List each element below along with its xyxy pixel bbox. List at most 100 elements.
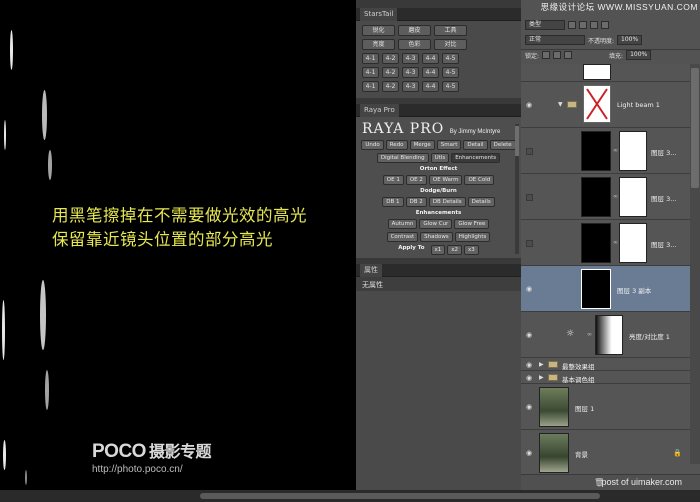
dodge-heading: Dodge/Burn <box>420 188 457 194</box>
starstail-tab[interactable]: StarsTail <box>356 8 521 21</box>
expand-arrow-icon[interactable]: ▼ <box>558 101 563 108</box>
filter-shape-icon[interactable] <box>601 21 609 29</box>
raya-tab-enhancements[interactable]: Enhancements <box>451 153 501 163</box>
visibility-eye-icon[interactable]: ◉ <box>526 450 535 457</box>
starstail-small-button[interactable]: 4-1 <box>362 67 379 78</box>
starstail-button[interactable]: 对比 <box>434 39 467 50</box>
fill-label: 填充: <box>609 52 624 60</box>
visibility-eye-icon[interactable]: ◉ <box>526 362 535 369</box>
horizontal-scrollbar[interactable] <box>200 493 600 499</box>
dodge-section: Dodge/Burn DB 1 DB 2 DB Details Details <box>362 188 515 207</box>
starstail-small-button[interactable]: 4-4 <box>422 81 439 92</box>
starstail-button[interactable]: 色彩 <box>398 39 431 50</box>
properties-tab[interactable]: 属性 <box>356 264 521 277</box>
lock-pixels-icon[interactable] <box>542 51 551 59</box>
starstail-small-button[interactable]: 4-2 <box>382 53 399 64</box>
document-canvas[interactable]: 用黑笔擦掉在不需要做光效的高光 保留靠近镜头位置的部分高光 POCO 摄影专题 h… <box>0 0 356 490</box>
collapse-arrow-icon[interactable]: ▶ <box>539 361 544 368</box>
starstail-small-button[interactable]: 4-5 <box>442 67 459 78</box>
contrast-button[interactable]: Contrast <box>386 232 419 242</box>
layer-row-group[interactable]: ◉ ▼ Light beam 1 <box>521 82 700 128</box>
raya-scrollbar[interactable] <box>515 124 519 254</box>
starstail-small-button[interactable]: 4-4 <box>422 53 439 64</box>
starstail-small-button[interactable]: 4-2 <box>382 67 399 78</box>
raya-scroll-thumb[interactable] <box>515 126 519 156</box>
layer-row-group[interactable]: ◉ ▶ 最整效果组 <box>521 358 700 371</box>
filter-adjust-icon[interactable] <box>579 21 587 29</box>
layer-row[interactable]: ◉ 图层 1 <box>521 384 700 430</box>
starstail-small-button[interactable]: 4-2 <box>382 81 399 92</box>
oe-cold-button[interactable]: OE Cold <box>464 175 495 185</box>
starstail-small-button[interactable]: 4-3 <box>402 81 419 92</box>
visibility-eye-icon[interactable]: ◉ <box>526 332 535 339</box>
starstail-small-button[interactable]: 4-5 <box>442 53 459 64</box>
visibility-box[interactable] <box>526 148 533 155</box>
visibility-eye-icon[interactable]: ◉ <box>526 286 535 293</box>
raya-redo-button[interactable]: Redo <box>385 140 408 150</box>
starstail-small-button[interactable]: 4-5 <box>442 81 459 92</box>
highlight-streak <box>10 30 13 70</box>
raya-tab[interactable]: Raya Pro <box>356 104 521 117</box>
visibility-box[interactable] <box>526 240 533 247</box>
layer-row-adjustment[interactable]: ◉ ☼ ∞ 亮度/对比度 1 <box>521 312 700 358</box>
shadows-button[interactable]: Shadows <box>420 232 453 242</box>
oe1-button[interactable]: OE 1 <box>382 175 404 185</box>
layer-kind-select[interactable]: 类型 <box>525 20 565 30</box>
glow-cur-button[interactable]: Glow Cur <box>419 219 453 229</box>
raya-smart-button[interactable]: Smart <box>436 140 462 150</box>
watermark-logo-text: POCO <box>92 441 146 462</box>
panel-dock: StarsTail 锐化 磨皮 工具 亮度 色彩 对比 4-1 4-2 4-3 … <box>356 0 521 490</box>
starstail-small-button[interactable]: 4-4 <box>422 67 439 78</box>
raya-merge-button[interactable]: Merge <box>409 140 435 150</box>
oe2-button[interactable]: OE 2 <box>405 175 427 185</box>
details-button[interactable]: Details <box>467 197 495 207</box>
lock-position-icon[interactable] <box>553 51 562 59</box>
layer-row[interactable]: ∞ 图层 3... <box>521 128 700 174</box>
layers-scrollbar[interactable] <box>690 64 700 464</box>
raya-undo-button[interactable]: Undo <box>361 140 384 150</box>
layer-row-background[interactable]: ◉ 背景 🔒 <box>521 430 700 476</box>
db1-button[interactable]: DB 1 <box>382 197 404 207</box>
visibility-eye-icon[interactable]: ◉ <box>526 375 535 382</box>
oe-warm-button[interactable]: OE Warm <box>428 175 463 185</box>
layer-row-selected[interactable]: ◉ 图层 3 副本 <box>521 266 700 312</box>
db-details-button[interactable]: DB Details <box>428 197 466 207</box>
layer-row-partial[interactable] <box>521 64 700 82</box>
starstail-small-button[interactable]: 4-3 <box>402 53 419 64</box>
db2-button[interactable]: DB 2 <box>405 197 427 207</box>
blend-mode-select[interactable]: 正常 <box>525 35 585 45</box>
apply-button[interactable]: x3 <box>464 245 479 255</box>
visibility-eye-icon[interactable]: ◉ <box>526 404 535 411</box>
starstail-small-button[interactable]: 4-3 <box>402 67 419 78</box>
fill-input[interactable]: 100% <box>626 50 652 60</box>
glow-free-button[interactable]: Glow Free <box>454 219 490 229</box>
opacity-input[interactable]: 100% <box>617 35 643 45</box>
starstail-small-button[interactable]: 4-1 <box>362 53 379 64</box>
raya-tabs: Digital Blending Utls Enhancements <box>362 153 515 163</box>
starstail-button[interactable]: 亮度 <box>362 39 395 50</box>
layer-row[interactable]: ∞ 图层 3... <box>521 174 700 220</box>
starstail-small-button[interactable]: 4-1 <box>362 81 379 92</box>
starstail-button[interactable]: 锐化 <box>362 25 395 36</box>
apply-button[interactable]: x2 <box>447 245 463 255</box>
raya-delete-button[interactable]: Delete <box>489 140 516 150</box>
visibility-eye-icon[interactable]: ◉ <box>526 102 535 109</box>
starstail-button[interactable]: 磨皮 <box>398 25 431 36</box>
autumn-button[interactable]: Autumn <box>387 219 418 229</box>
filter-type-icon[interactable] <box>590 21 598 29</box>
lock-label: 锁定: <box>525 52 540 60</box>
filter-pixel-icon[interactable] <box>568 21 576 29</box>
highlights-button[interactable]: Highlights <box>454 232 491 242</box>
lock-all-icon[interactable] <box>564 51 573 59</box>
layers-scroll-thumb[interactable] <box>691 68 699 188</box>
raya-tab-digital-blending[interactable]: Digital Blending <box>376 153 429 163</box>
layer-row[interactable]: ∞ 图层 3... <box>521 220 700 266</box>
raya-detail-button[interactable]: Detail <box>463 140 488 150</box>
raya-tab-utils[interactable]: Utls <box>430 153 450 163</box>
visibility-box[interactable] <box>526 194 533 201</box>
starstail-row: 亮度 色彩 对比 <box>362 39 515 50</box>
collapse-arrow-icon[interactable]: ▶ <box>539 374 544 381</box>
layer-row-group[interactable]: ◉ ▶ 基本调色组 <box>521 371 700 384</box>
apply-button[interactable]: x1 <box>430 245 446 255</box>
starstail-button[interactable]: 工具 <box>434 25 467 36</box>
